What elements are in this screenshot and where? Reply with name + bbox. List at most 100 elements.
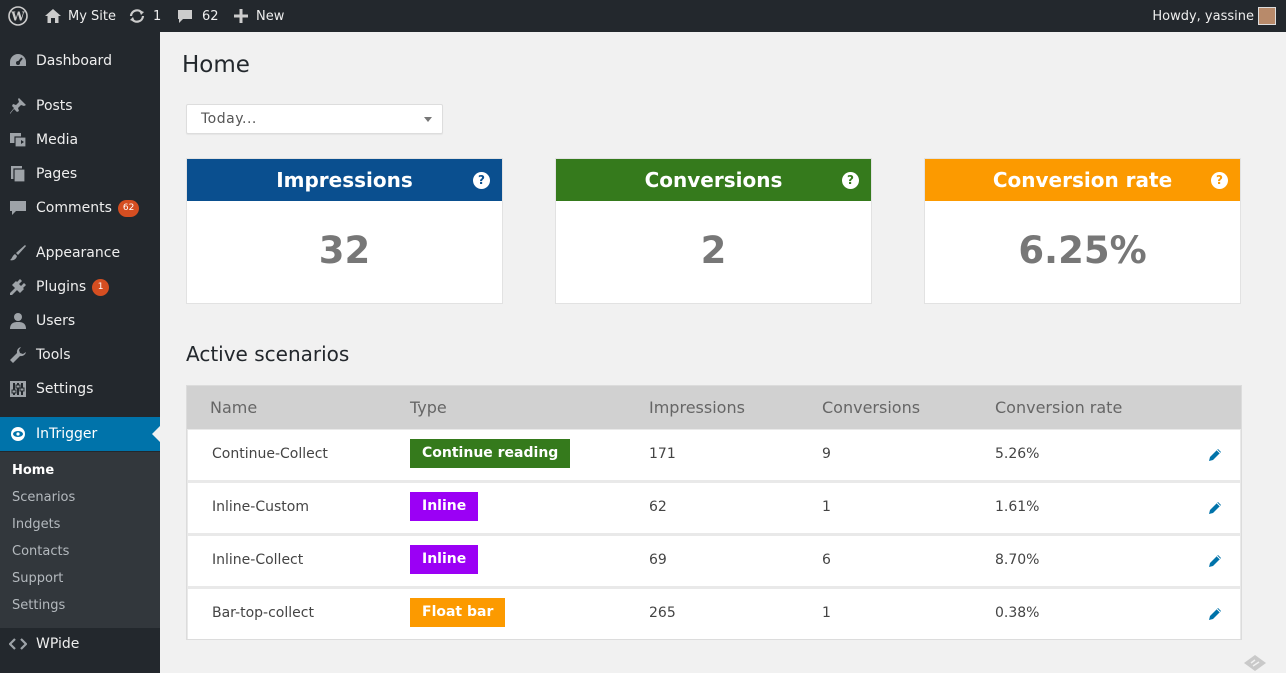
sidebar-item-label: Appearance <box>36 245 121 261</box>
table-row: Inline-Custom Inline 62 1 1.61% <box>188 483 1240 533</box>
scenario-type-tag: Float bar <box>410 598 506 627</box>
column-header-name: Name <box>210 398 258 417</box>
conversions-value: 2 <box>700 229 727 272</box>
pushpin-icon <box>9 97 27 115</box>
sidebar-item-comments[interactable]: Comments 62 <box>0 191 160 225</box>
sidebar-item-label: InTrigger <box>36 426 98 442</box>
conversion-rate-card-header: Conversion rate ? <box>925 159 1240 201</box>
user-icon <box>9 312 27 330</box>
scenario-type-tag: Inline <box>410 545 479 574</box>
refresh-icon <box>128 8 146 24</box>
sidebar-item-tools[interactable]: Tools <box>0 338 160 372</box>
question-icon[interactable]: ? <box>473 172 490 189</box>
avatar[interactable] <box>1258 7 1276 25</box>
scenario-name[interactable]: Inline-Custom <box>212 499 309 515</box>
scenario-name[interactable]: Inline-Collect <box>212 552 303 568</box>
site-name-label: My Site <box>68 8 117 24</box>
conversions-card: Conversions ? 2 <box>555 158 872 304</box>
sidebar-item-wpide[interactable]: WPide <box>0 627 160 661</box>
sidebar-item-dashboard[interactable]: Dashboard <box>0 44 160 78</box>
comment-bubble-icon <box>177 8 193 24</box>
updates-link[interactable]: 1 <box>128 0 161 32</box>
settings-sliders-icon <box>9 380 27 398</box>
new-label: New <box>256 8 285 24</box>
watermark-logo-icon <box>1242 653 1268 673</box>
site-name-link[interactable]: My Site <box>44 0 116 32</box>
sidebar-item-users[interactable]: Users <box>0 304 160 338</box>
sidebar-item-media[interactable]: Media <box>0 123 160 157</box>
sidebar-item-plugins[interactable]: Plugins 1 <box>0 270 160 304</box>
question-icon[interactable]: ? <box>842 172 859 189</box>
code-icon <box>8 635 28 653</box>
column-header-impressions: Impressions <box>649 398 745 417</box>
table-row: Continue-Collect Continue reading 171 9 … <box>188 430 1240 480</box>
submenu-item-home[interactable]: Home <box>12 461 54 481</box>
my-account-link[interactable]: Howdy, yassine <box>1152 0 1254 32</box>
scenario-conversion-rate: 0.38% <box>995 605 1040 621</box>
sidebar-item-label: Media <box>36 132 79 148</box>
scenario-conversions: 1 <box>822 499 831 515</box>
impressions-card: Impressions ? 32 <box>186 158 503 304</box>
sidebar-item-appearance[interactable]: Appearance <box>0 236 160 270</box>
updates-count: 1 <box>153 8 162 24</box>
column-header-conversions: Conversions <box>822 398 921 417</box>
sidebar-item-intrigger[interactable]: InTrigger <box>0 417 160 451</box>
conversion-rate-card: Conversion rate ? 6.25% <box>924 158 1241 304</box>
sidebar-item-label: Comments <box>36 200 112 216</box>
scenario-conversion-rate: 8.70% <box>995 552 1040 568</box>
comments-link[interactable]: 62 <box>177 0 219 32</box>
scenario-conversions: 9 <box>822 446 831 462</box>
submenu-item-scenarios[interactable]: Scenarios <box>12 488 75 508</box>
pencil-icon[interactable] <box>1208 447 1222 461</box>
column-header-conversion-rate: Conversion rate <box>995 398 1123 417</box>
comments-count-badge: 62 <box>117 200 140 217</box>
sidebar-item-pages[interactable]: Pages <box>0 157 160 191</box>
intrigger-eye-icon <box>9 425 27 443</box>
page-title: Home <box>182 52 250 78</box>
submenu-item-contacts[interactable]: Contacts <box>12 542 69 562</box>
scenario-name[interactable]: Continue-Collect <box>212 446 328 462</box>
scenario-conversion-rate: 5.26% <box>995 446 1040 462</box>
conversion-rate-card-label: Conversion rate <box>992 168 1173 192</box>
date-range-select[interactable]: Today... <box>186 104 443 134</box>
column-header-type: Type <box>410 398 447 417</box>
scenario-conversions: 1 <box>822 605 831 621</box>
question-icon[interactable]: ? <box>1211 172 1228 189</box>
submenu-item-indgets[interactable]: Indgets <box>12 515 60 535</box>
paintbrush-icon <box>9 244 27 262</box>
pencil-icon[interactable] <box>1208 500 1222 514</box>
active-scenarios-title: Active scenarios <box>186 342 350 366</box>
new-content-link[interactable]: New <box>234 0 284 32</box>
submenu-item-settings[interactable]: Settings <box>12 596 65 616</box>
pencil-icon[interactable] <box>1208 606 1222 620</box>
scenario-impressions: 171 <box>649 446 676 462</box>
sidebar-item-label: Users <box>36 313 76 329</box>
intrigger-submenu: Home Scenarios Indgets Contacts Support … <box>0 452 160 628</box>
comments-count: 62 <box>202 8 219 24</box>
svg-text:W: W <box>10 10 25 24</box>
sidebar-item-label: Plugins <box>36 279 87 295</box>
sidebar-item-settings[interactable]: Settings <box>0 372 160 406</box>
admin-bar: W My Site 1 62 New Howdy, yassine <box>0 0 1286 32</box>
sidebar-item-label: Dashboard <box>36 53 112 69</box>
submenu-item-support[interactable]: Support <box>12 569 63 589</box>
plugins-update-badge: 1 <box>92 279 110 296</box>
conversions-card-label: Conversions <box>644 168 783 192</box>
wordpress-logo-icon[interactable]: W <box>8 0 28 32</box>
sidebar-item-label: Tools <box>36 347 71 363</box>
scenario-conversion-rate: 1.61% <box>995 499 1040 515</box>
date-range-value: Today... <box>201 111 257 127</box>
plug-icon <box>9 278 27 296</box>
scenario-impressions: 62 <box>649 499 667 515</box>
sidebar-item-label: Pages <box>36 166 78 182</box>
impressions-value: 32 <box>318 229 371 272</box>
sidebar-item-posts[interactable]: Posts <box>0 89 160 123</box>
comment-bubble-icon <box>9 199 27 217</box>
pencil-icon[interactable] <box>1208 553 1222 567</box>
impressions-card-label: Impressions <box>276 168 413 192</box>
impressions-card-header: Impressions ? <box>187 159 502 201</box>
home-icon <box>44 8 62 24</box>
scenarios-table: Name Type Impressions Conversions Conver… <box>186 385 1242 640</box>
table-row: Inline-Collect Inline 69 6 8.70% <box>188 536 1240 586</box>
scenario-name[interactable]: Bar-top-collect <box>212 605 314 621</box>
